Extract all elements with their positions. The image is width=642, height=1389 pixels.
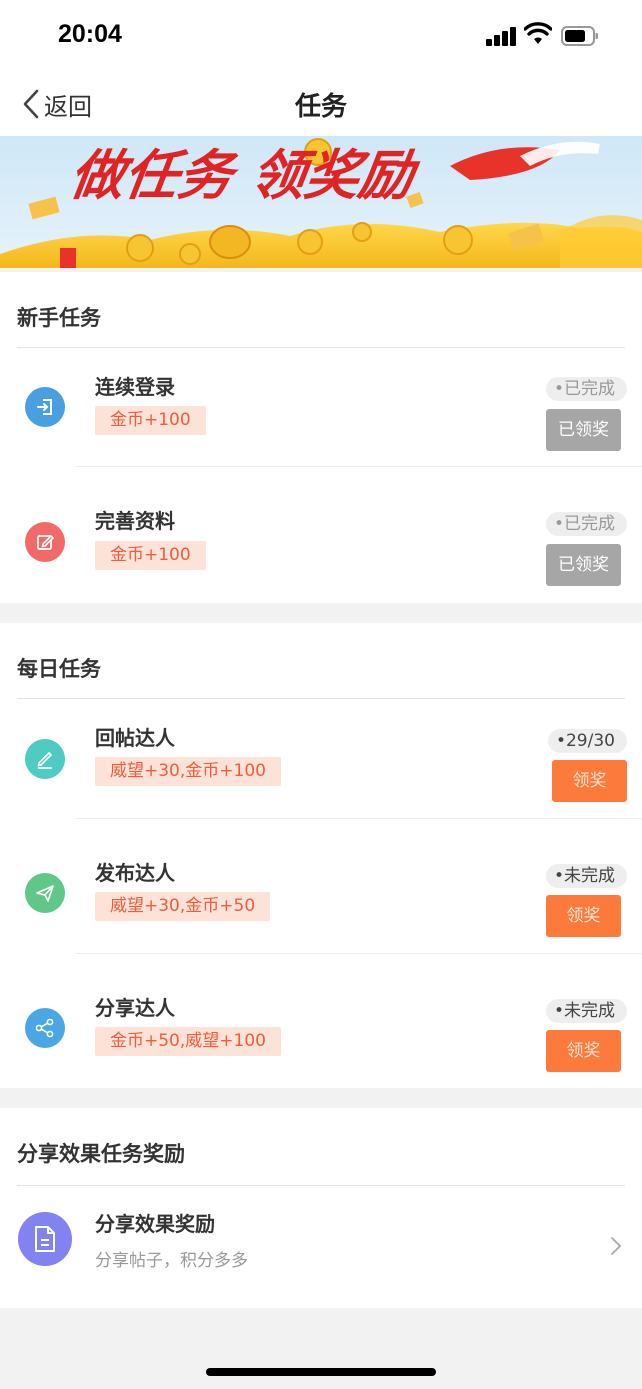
claim-button[interactable]: 领奖: [552, 760, 627, 802]
battery-icon: [561, 26, 598, 46]
section-title: 分享效果任务奖励: [17, 1142, 185, 1166]
banner-headline: 做任务 领奖励: [66, 144, 423, 207]
status-time: 20:04: [58, 20, 122, 48]
task-row: 分享达人 金币+50,威望+100 •未完成 领奖: [0, 954, 642, 1089]
daily-tasks-section: 每日任务 回帖达人 威望+30,金币+100 •29/30 领奖 发布达人 威望…: [0, 623, 642, 1088]
section-title: 新手任务: [17, 306, 101, 330]
claimed-button[interactable]: 已领奖: [546, 544, 621, 586]
task-name: 完善资料: [95, 509, 175, 533]
edit-icon: [25, 522, 65, 562]
status-badge: •已完成: [545, 512, 627, 536]
task-name: 连续登录: [95, 375, 175, 399]
paper-plane-icon: [25, 873, 65, 913]
claim-button[interactable]: 领奖: [546, 1030, 621, 1072]
task-row: 发布达人 威望+30,金币+50 •未完成 领奖: [0, 819, 642, 954]
nav-bar: 返回 任务: [0, 72, 642, 136]
task-row: 完善资料 金币+100 •已完成 已领奖: [0, 467, 642, 602]
status-badge: •未完成: [545, 864, 627, 888]
reward-tag: 威望+30,金币+50: [95, 892, 271, 921]
status-bar: 20:04: [0, 0, 642, 72]
cellular-signal-icon: [486, 26, 518, 46]
task-name: 回帖达人: [95, 726, 175, 750]
reward-tag: 金币+50,威望+100: [95, 1027, 281, 1056]
task-banner[interactable]: 做任务 领奖励: [0, 136, 642, 268]
reward-tag: 金币+100: [95, 406, 206, 435]
login-icon: [25, 387, 65, 427]
page-title: 任务: [294, 92, 347, 122]
task-row: 连续登录 金币+100 •已完成 已领奖: [0, 348, 642, 483]
banner-illustration: 做任务 领奖励: [0, 138, 642, 268]
claim-button[interactable]: 领奖: [546, 895, 621, 937]
reward-tag: 威望+30,金币+100: [95, 757, 281, 786]
document-icon: [18, 1212, 72, 1266]
status-badge: •未完成: [545, 999, 627, 1023]
share-icon: [25, 1008, 65, 1048]
wifi-icon: [524, 22, 552, 44]
newbie-tasks-section: 新手任务 连续登录 金币+100 •已完成 已领奖 完善资料 金币+100 •已…: [0, 272, 642, 603]
reward-tag: 金币+100: [95, 541, 206, 570]
task-name: 分享达人: [95, 996, 175, 1020]
status-badge: •29/30: [547, 729, 627, 753]
status-badge: •已完成: [545, 377, 627, 401]
claimed-button[interactable]: 已领奖: [546, 409, 621, 451]
task-name: 发布达人: [95, 861, 175, 885]
section-title: 每日任务: [17, 657, 101, 681]
chevron-right-icon: [611, 1237, 622, 1255]
share-reward-item[interactable]: 分享效果奖励 分享帖子，积分多多: [0, 1186, 642, 1308]
task-row: 回帖达人 威望+30,金币+100 •29/30 领奖: [0, 699, 642, 834]
share-reward-subtitle: 分享帖子，积分多多: [95, 1251, 248, 1271]
reply-pen-icon: [25, 739, 65, 779]
share-reward-title: 分享效果奖励: [95, 1212, 215, 1236]
home-indicator[interactable]: [206, 1368, 436, 1376]
